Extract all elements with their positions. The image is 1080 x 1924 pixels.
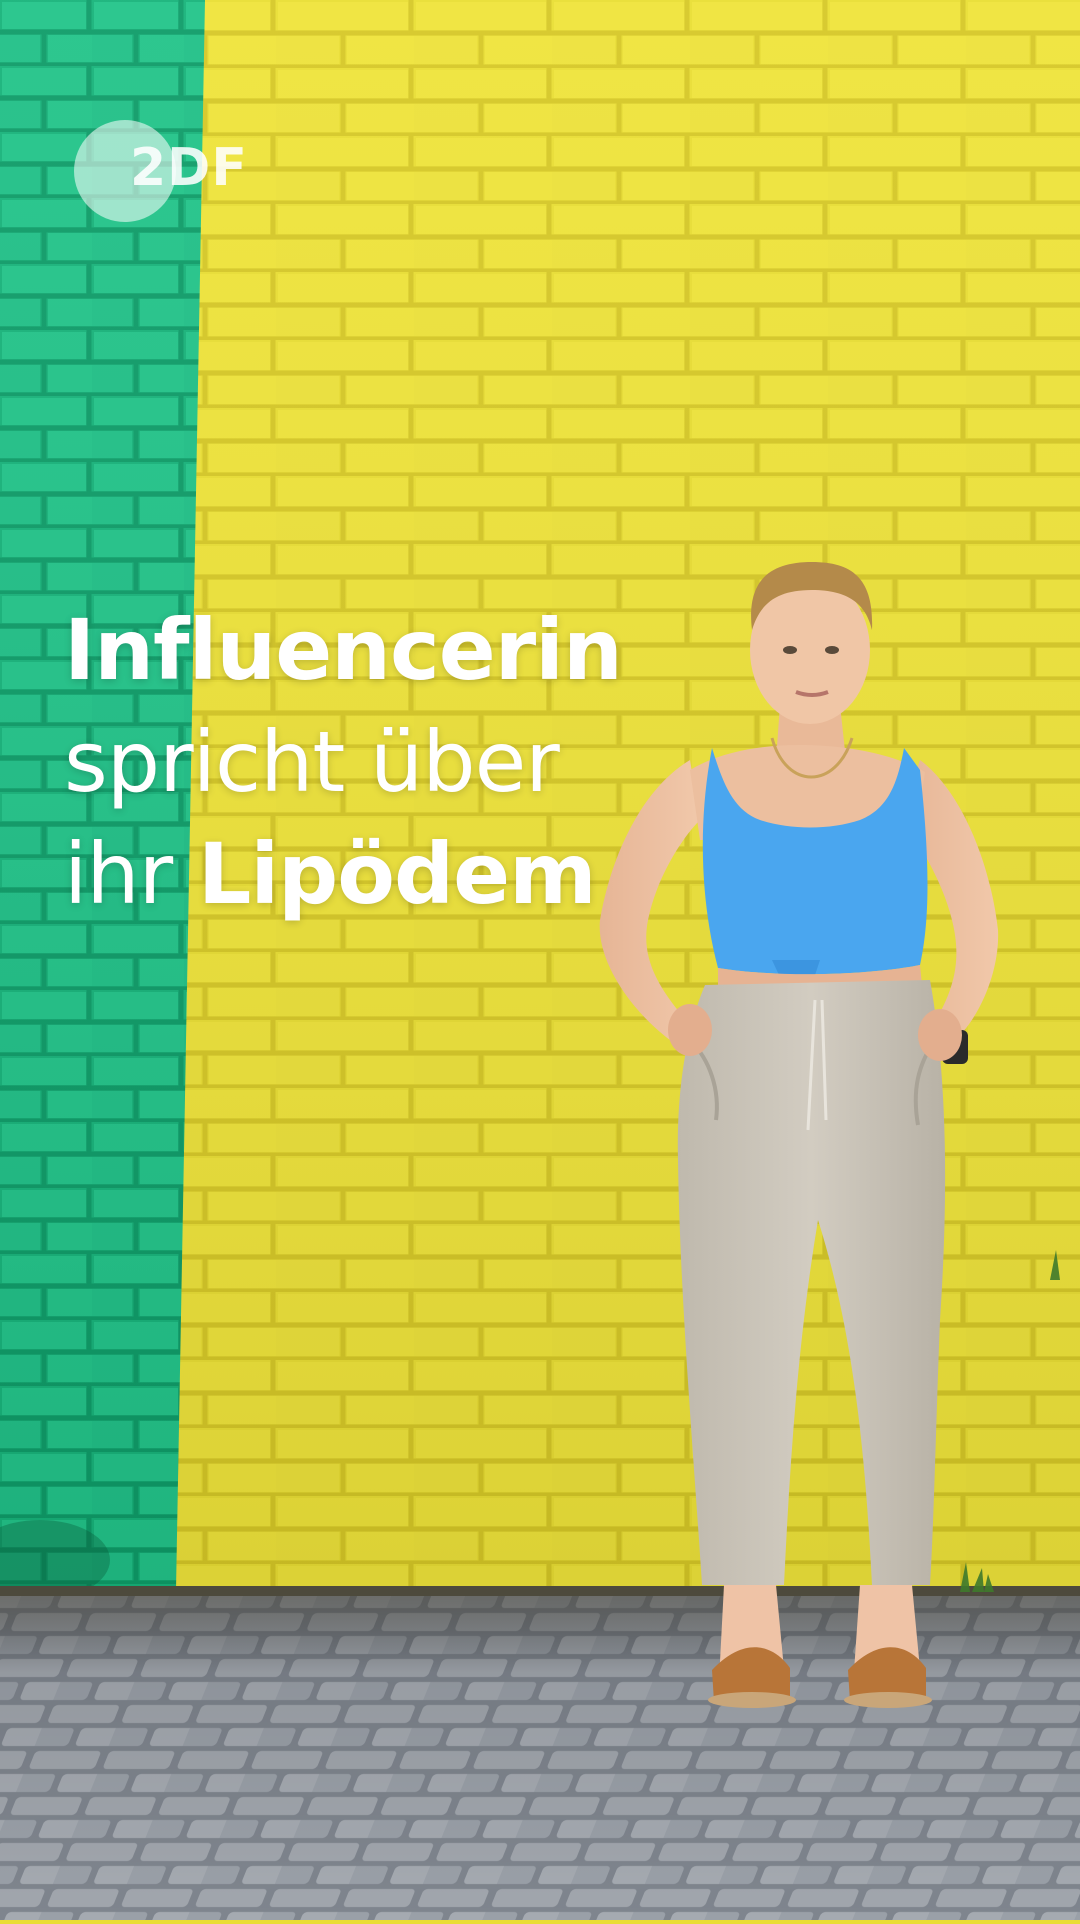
scene-background (0, 0, 1080, 1920)
caption-line-3-prefix: ihr (64, 825, 198, 923)
caption-line-2: spricht über (64, 713, 560, 811)
caption-overlay: Influencerin spricht über ihr Lipödem (64, 594, 623, 930)
logo-text: 2DF (130, 138, 248, 198)
caption-line-3: ihr Lipödem (64, 818, 622, 930)
caption-line-1: Influencerin (64, 601, 623, 699)
scene-svg (0, 0, 1080, 1920)
caption-line-3-bold: Lipödem (197, 825, 597, 923)
zdf-logo: 2DF (74, 120, 274, 224)
